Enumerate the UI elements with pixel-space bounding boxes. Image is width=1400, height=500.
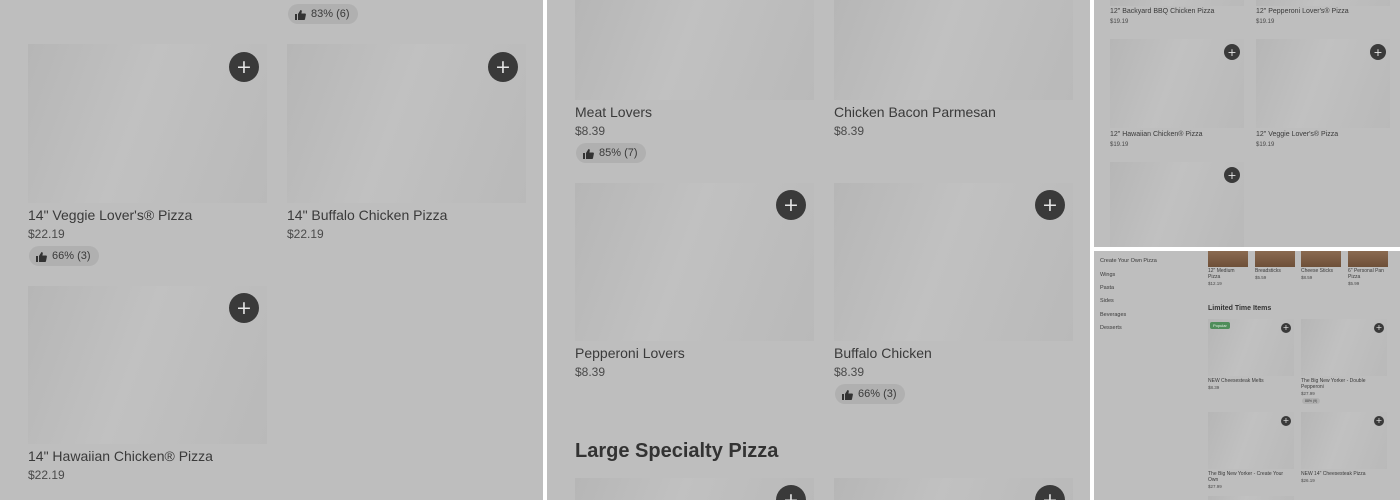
add-button[interactable]: + bbox=[1281, 416, 1291, 426]
add-button[interactable]: + bbox=[776, 190, 806, 220]
item-price: $12.19 bbox=[1208, 281, 1222, 286]
add-button[interactable]: + bbox=[1281, 323, 1291, 333]
item-name: 14" Hawaiian Chicken® Pizza bbox=[28, 448, 213, 464]
item-name: Chicken Bacon Parmesan bbox=[834, 104, 996, 120]
plus-icon: + bbox=[783, 488, 799, 500]
menu-panel-3: 12" Backyard BBQ Chicken Pizza $19.19 12… bbox=[1094, 0, 1400, 247]
item-price: $8.39 bbox=[834, 124, 865, 138]
rating-badge: 88% (9) bbox=[1302, 398, 1321, 404]
plus-icon: + bbox=[1042, 488, 1058, 500]
item-price: $27.99 bbox=[1301, 391, 1315, 396]
add-button[interactable]: + bbox=[1374, 323, 1384, 333]
add-button[interactable]: + bbox=[1035, 190, 1065, 220]
item-price: $22.19 bbox=[28, 468, 65, 482]
item-name: NEW Cheesesteak Melts bbox=[1208, 378, 1264, 384]
nav-item-sides[interactable]: Sides bbox=[1100, 298, 1114, 304]
add-button[interactable]: + bbox=[229, 293, 259, 323]
item-name: NEW 14" Cheesesteak Pizza bbox=[1301, 471, 1366, 477]
section-title: Large Specialty Pizza bbox=[575, 440, 779, 462]
plus-icon: + bbox=[783, 193, 799, 216]
menu-panel-1: 83% (6) + 14" Veggie Lover's® Pizza $22.… bbox=[0, 0, 543, 500]
rating-text: 66% (3) bbox=[858, 388, 897, 400]
item-name: Breadsticks bbox=[1255, 268, 1281, 274]
item-price: $22.19 bbox=[28, 227, 65, 241]
menu-panel-2: Meat Lovers $8.39 85% (7) Chicken Bacon … bbox=[547, 0, 1090, 500]
item-name: 6" Personal Pan Pizza bbox=[1348, 268, 1384, 280]
nav-item-pasta[interactable]: Pasta bbox=[1100, 285, 1114, 291]
plus-icon: + bbox=[1375, 323, 1383, 332]
add-button[interactable]: + bbox=[1374, 416, 1384, 426]
item-price: $8.39 bbox=[1208, 385, 1220, 390]
plus-icon: + bbox=[495, 55, 511, 78]
item-price: $19.19 bbox=[1256, 142, 1275, 148]
popular-badge: Popular bbox=[1210, 322, 1230, 329]
item-name: Pepperoni Lovers bbox=[575, 345, 685, 361]
plus-icon: + bbox=[236, 55, 252, 78]
plus-icon: + bbox=[1373, 45, 1383, 59]
rating-badge: 83% (6) bbox=[288, 4, 358, 24]
thumbs-up-icon bbox=[294, 9, 306, 20]
nav-item-wings[interactable]: Wings bbox=[1100, 272, 1115, 278]
item-image[interactable] bbox=[1110, 0, 1244, 6]
item-name: 14" Buffalo Chicken Pizza bbox=[287, 207, 448, 223]
rating-badge: 66% (3) bbox=[29, 246, 99, 266]
item-price: $5.59 bbox=[1255, 275, 1267, 280]
item-image[interactable] bbox=[575, 0, 814, 100]
item-price: $22.19 bbox=[287, 227, 324, 241]
item-price: $5.99 bbox=[1348, 281, 1360, 286]
item-price: $27.99 bbox=[1208, 484, 1222, 489]
item-name: The Big New Yorker - Create Your Own bbox=[1208, 471, 1284, 483]
item-image[interactable] bbox=[1348, 251, 1388, 267]
rating-badge: 66% (3) bbox=[835, 384, 905, 404]
item-name: 12" Pepperoni Lover's® Pizza bbox=[1256, 8, 1349, 15]
rating-text: 83% (6) bbox=[311, 8, 350, 20]
rating-badge: 85% (7) bbox=[576, 143, 646, 163]
add-button[interactable]: + bbox=[488, 52, 518, 82]
rating-text: 85% (7) bbox=[599, 147, 638, 159]
item-price: $19.19 bbox=[1110, 142, 1129, 148]
item-name: 12" Medium Pizza bbox=[1208, 268, 1235, 280]
item-name: 14" Veggie Lover's® Pizza bbox=[28, 207, 193, 223]
add-button[interactable]: + bbox=[229, 52, 259, 82]
item-image[interactable] bbox=[1255, 251, 1295, 267]
plus-icon: + bbox=[1042, 193, 1058, 216]
plus-icon: + bbox=[1282, 416, 1290, 425]
item-image[interactable] bbox=[1208, 496, 1294, 500]
add-button[interactable]: + bbox=[1224, 44, 1240, 60]
plus-icon: + bbox=[1282, 323, 1290, 332]
item-name: Cheese Sticks bbox=[1301, 268, 1333, 274]
add-button[interactable]: + bbox=[1370, 44, 1386, 60]
thumbs-up-icon bbox=[35, 251, 47, 262]
item-image[interactable] bbox=[834, 0, 1073, 100]
item-image[interactable] bbox=[1208, 251, 1248, 267]
add-button[interactable]: + bbox=[1224, 167, 1240, 183]
item-name: Meat Lovers bbox=[575, 104, 653, 120]
item-price: $19.19 bbox=[1110, 19, 1129, 25]
plus-icon: + bbox=[1227, 45, 1237, 59]
nav-item-create-pizza[interactable]: Create Your Own Pizza bbox=[1100, 258, 1157, 264]
thumbs-up-icon bbox=[582, 148, 594, 159]
item-price: $8.39 bbox=[575, 124, 606, 138]
plus-icon: + bbox=[1227, 168, 1237, 182]
item-name: Buffalo Chicken bbox=[834, 345, 932, 361]
plus-icon: + bbox=[1375, 416, 1383, 425]
item-name: The Big New Yorker - Double Pepperoni bbox=[1301, 378, 1366, 390]
thumbs-up-icon bbox=[841, 389, 853, 400]
item-price: $19.19 bbox=[1256, 19, 1275, 25]
item-image[interactable] bbox=[1256, 0, 1390, 6]
section-title: Limited Time Items bbox=[1208, 305, 1272, 312]
nav-item-beverages[interactable]: Beverages bbox=[1100, 312, 1126, 318]
rating-text: 66% (3) bbox=[52, 250, 91, 262]
item-price: $8.39 bbox=[575, 365, 606, 379]
plus-icon: + bbox=[236, 296, 252, 319]
item-price: $8.59 bbox=[1301, 275, 1313, 280]
item-price: $26.19 bbox=[1301, 478, 1315, 483]
item-name: 12" Backyard BBQ Chicken Pizza bbox=[1110, 8, 1215, 15]
item-price: $8.39 bbox=[834, 365, 865, 379]
item-image[interactable] bbox=[1301, 251, 1341, 267]
item-name: 12" Veggie Lover's® Pizza bbox=[1256, 131, 1339, 138]
menu-panel-4: Create Your Own Pizza Wings Pasta Sides … bbox=[1094, 251, 1400, 500]
item-name: 12" Hawaiian Chicken® Pizza bbox=[1110, 131, 1203, 138]
nav-item-desserts[interactable]: Desserts bbox=[1100, 325, 1122, 331]
